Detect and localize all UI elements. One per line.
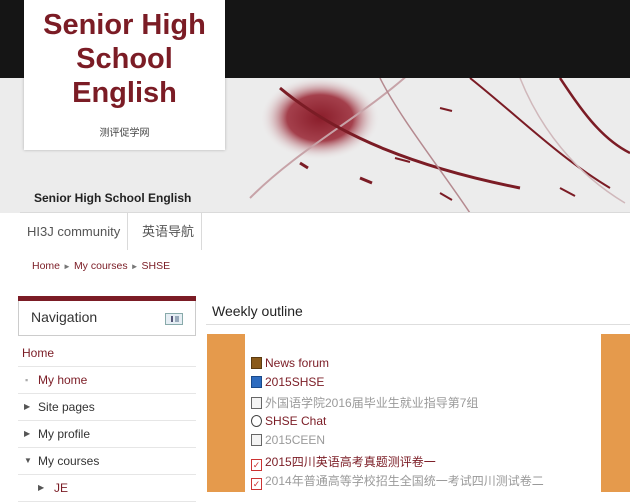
- activity-label: News forum: [265, 356, 330, 370]
- nav-item-label: My profile: [38, 427, 91, 441]
- breadcrumb: Home ► My courses ► SHSE: [32, 260, 170, 272]
- expand-arrow-icon: ▶: [24, 402, 31, 411]
- outline-divider: [206, 324, 630, 325]
- file-icon: [251, 434, 262, 446]
- activity-news-forum[interactable]: News forum: [251, 356, 329, 370]
- weekly-outline-title: Weekly outline: [212, 303, 303, 319]
- course-section: News forum 2015SHSE 外国语学院2016届毕业生就业指导第7组…: [207, 334, 630, 492]
- expand-arrow-icon: ▶: [38, 483, 45, 492]
- navigation-block-title: Navigation: [31, 309, 98, 325]
- activity-quiz[interactable]: ✓ 2015四川英语高考真题测评卷一: [251, 453, 436, 471]
- logo-title-line2: School English: [72, 43, 177, 109]
- nav-item-my-courses[interactable]: ▼ My courses: [18, 448, 196, 475]
- site-logo[interactable]: Senior High School English 测评促学网: [24, 0, 225, 150]
- activity-label: 2015CEEN: [265, 433, 326, 447]
- expand-arrow-icon: ▶: [24, 429, 31, 438]
- activity-url[interactable]: 2015SHSE: [251, 375, 324, 389]
- activity-label: 2015SHSE: [265, 375, 325, 389]
- activity-file[interactable]: 外国语学院2016届毕业生就业指导第7组: [251, 394, 478, 411]
- activity-label: 2014年普通高等学校招生全国统一考试四川测试卷二: [265, 474, 544, 488]
- activity-label: 2015四川英语高考真题测评卷一: [265, 455, 436, 469]
- file-icon: [251, 397, 262, 409]
- navigation-tree: Home ▪ My home ▶ Site pages ▶ My profile ▼ M…: [18, 340, 196, 502]
- quiz-icon: ✓: [251, 459, 262, 471]
- activity-label: 外国语学院2016届毕业生就业指导第7组: [265, 396, 479, 410]
- nav-item-label: My home: [38, 373, 88, 387]
- nav-item-label: Site pages: [38, 400, 95, 414]
- activity-label: SHSE Chat: [265, 414, 327, 428]
- bullet-icon: ▪: [25, 375, 29, 385]
- nav-item-label: JE: [54, 481, 69, 495]
- custom-menu: HI3J community 英语导航: [20, 212, 630, 251]
- menu-item-community[interactable]: HI3J community: [20, 213, 129, 250]
- activity-file[interactable]: 2015CEEN: [251, 433, 325, 447]
- collapse-arrow-icon: ▼: [24, 456, 32, 465]
- breadcrumb-course[interactable]: SHSE: [142, 260, 171, 272]
- nav-item-course-je[interactable]: ▶ JE: [18, 475, 196, 502]
- breadcrumb-my-courses[interactable]: My courses: [74, 260, 128, 272]
- nav-item-home[interactable]: Home: [18, 340, 196, 367]
- nav-item-site-pages[interactable]: ▶ Site pages: [18, 394, 196, 421]
- chat-icon: [251, 415, 262, 427]
- breadcrumb-separator-icon: ►: [130, 262, 139, 271]
- breadcrumb-home[interactable]: Home: [32, 260, 60, 272]
- quiz-icon: ✓: [251, 478, 262, 490]
- activity-chat[interactable]: SHSE Chat: [251, 414, 326, 428]
- url-icon: [251, 376, 262, 388]
- menu-item-english-nav[interactable]: 英语导航: [135, 213, 203, 250]
- forum-icon: [251, 357, 262, 369]
- activity-quiz[interactable]: ✓ 2014年普通高等学校招生全国统一考试四川测试卷二: [251, 472, 544, 490]
- dock-block-icon[interactable]: [165, 313, 183, 325]
- navigation-block-header: Navigation: [18, 301, 196, 336]
- site-name: Senior High School English: [34, 191, 192, 205]
- logo-subtitle: 测评促学网: [99, 128, 150, 139]
- breadcrumb-separator-icon: ►: [63, 262, 71, 271]
- navigation-block: Navigation Home ▪ My home ▶ Site pages ▶ My…: [18, 296, 196, 502]
- logo-title-line1: Senior High: [43, 9, 206, 41]
- nav-item-my-home[interactable]: ▪ My home: [18, 367, 196, 394]
- nav-item-my-profile[interactable]: ▶ My profile: [18, 421, 196, 448]
- nav-item-label: Home: [22, 346, 55, 360]
- section-content: News forum 2015SHSE 外国语学院2016届毕业生就业指导第7组…: [245, 334, 601, 492]
- nav-item-label: My courses: [38, 454, 100, 468]
